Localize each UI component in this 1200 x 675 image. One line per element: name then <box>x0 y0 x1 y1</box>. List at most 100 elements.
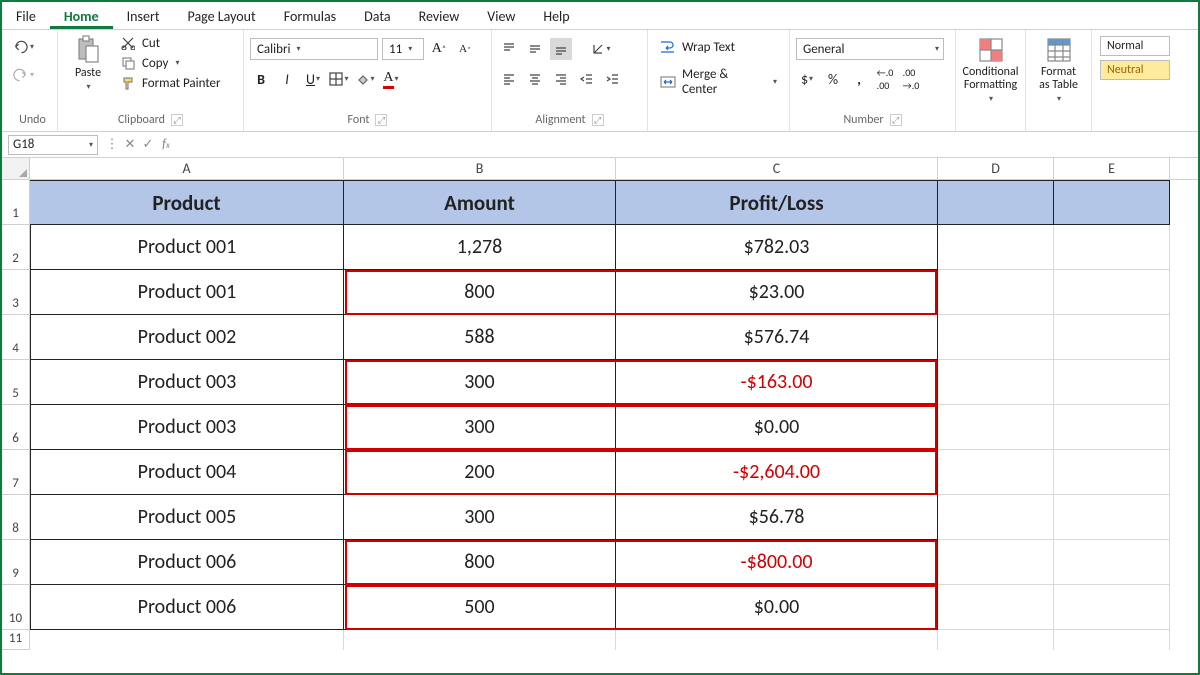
wrap-text-button[interactable]: Wrap Text <box>656 38 739 56</box>
cell[interactable]: -$2,604.00 <box>616 450 938 495</box>
alignment-launcher[interactable]: ⤢ <box>592 114 604 126</box>
menu-help[interactable]: Help <box>529 4 583 29</box>
cell[interactable]: -$800.00 <box>616 540 938 585</box>
align-center-button[interactable] <box>524 68 546 90</box>
font-color-button[interactable]: A▾ <box>380 68 402 90</box>
col-header-E[interactable]: E <box>1054 158 1170 179</box>
menu-data[interactable]: Data <box>350 4 404 29</box>
cell[interactable] <box>938 360 1054 405</box>
cell[interactable] <box>1054 585 1170 630</box>
cell[interactable] <box>1054 360 1170 405</box>
increase-indent-button[interactable] <box>602 68 624 90</box>
cell[interactable]: 588 <box>344 315 616 360</box>
menu-view[interactable]: View <box>473 4 529 29</box>
menu-insert[interactable]: Insert <box>113 4 174 29</box>
row-header[interactable]: 3 <box>2 270 30 315</box>
cell[interactable]: Product 003 <box>30 360 344 405</box>
row-header[interactable]: 7 <box>2 450 30 495</box>
bold-button[interactable]: B <box>250 68 272 90</box>
formula-input[interactable] <box>180 135 1198 155</box>
cell[interactable] <box>938 540 1054 585</box>
fx-menu-icon[interactable]: ⋮ <box>104 137 120 152</box>
cell[interactable] <box>938 315 1054 360</box>
cell[interactable] <box>938 495 1054 540</box>
cell[interactable] <box>1054 225 1170 270</box>
cell[interactable] <box>938 405 1054 450</box>
cell[interactable]: Product 006 <box>30 540 344 585</box>
sheet-grid[interactable]: 1 Product Amount Profit/Loss 2Product 00… <box>2 180 1198 650</box>
cell[interactable]: Product 002 <box>30 315 344 360</box>
cell[interactable]: 300 <box>344 405 616 450</box>
copy-button[interactable]: Copy▾ <box>116 54 225 72</box>
underline-button[interactable]: U▾ <box>302 68 324 90</box>
confirm-formula-button[interactable]: ✓ <box>140 137 156 152</box>
grow-font-button[interactable]: A˄ <box>428 38 450 60</box>
name-box[interactable]: G18▾ <box>8 135 98 155</box>
row-header[interactable]: 2 <box>2 225 30 270</box>
cell[interactable] <box>938 270 1054 315</box>
redo-button[interactable]: ▾ <box>12 64 34 86</box>
align-bottom-button[interactable] <box>550 38 572 60</box>
col-header-D[interactable]: D <box>938 158 1054 179</box>
cell[interactable]: Product 004 <box>30 450 344 495</box>
shrink-font-button[interactable]: A˅ <box>454 38 476 60</box>
cell[interactable]: Product 005 <box>30 495 344 540</box>
row-header[interactable]: 9 <box>2 540 30 585</box>
cell[interactable]: 200 <box>344 450 616 495</box>
accounting-format-button[interactable]: $▾ <box>796 68 818 90</box>
cell[interactable] <box>1054 495 1170 540</box>
cell[interactable] <box>1054 450 1170 495</box>
select-all-corner[interactable] <box>2 158 30 179</box>
cell[interactable] <box>938 585 1054 630</box>
fx-icon[interactable]: fx <box>158 137 174 152</box>
cell[interactable]: Product 001 <box>30 270 344 315</box>
cell[interactable] <box>1054 270 1170 315</box>
cell[interactable]: $576.74 <box>616 315 938 360</box>
row-header[interactable]: 1 <box>2 180 30 225</box>
cell[interactable] <box>938 180 1054 225</box>
align-middle-button[interactable] <box>524 38 546 60</box>
clipboard-launcher[interactable]: ⤢ <box>171 114 183 126</box>
conditional-formatting-button[interactable]: Conditional Formatting▾ <box>962 34 1019 106</box>
col-header-B[interactable]: B <box>344 158 616 179</box>
cell[interactable]: Product 003 <box>30 405 344 450</box>
cell[interactable]: 300 <box>344 495 616 540</box>
format-painter-button[interactable]: Format Painter <box>116 74 225 92</box>
cell[interactable] <box>938 450 1054 495</box>
cell[interactable]: $56.78 <box>616 495 938 540</box>
cell[interactable] <box>1054 180 1170 225</box>
cell[interactable]: 800 <box>344 540 616 585</box>
cell[interactable]: Amount <box>344 180 616 225</box>
cell[interactable]: 800 <box>344 270 616 315</box>
menu-home[interactable]: Home <box>50 4 113 29</box>
format-as-table-button[interactable]: Format as Table▾ <box>1032 34 1085 106</box>
cell[interactable] <box>1054 315 1170 360</box>
orientation-button[interactable]: ▾ <box>590 38 612 60</box>
row-header[interactable]: 8 <box>2 495 30 540</box>
decrease-decimal-button[interactable]: .00→.0 <box>900 68 922 90</box>
cancel-formula-button[interactable]: ✕ <box>122 137 138 152</box>
font-size-select[interactable]: 11▾ <box>382 38 424 60</box>
cell[interactable]: $0.00 <box>616 405 938 450</box>
cell[interactable] <box>1054 405 1170 450</box>
cell[interactable]: Product 006 <box>30 585 344 630</box>
menu-review[interactable]: Review <box>405 4 474 29</box>
cut-button[interactable]: Cut <box>116 34 225 52</box>
cell[interactable] <box>1054 540 1170 585</box>
align-left-button[interactable] <box>498 68 520 90</box>
merge-center-button[interactable]: Merge & Center▾ <box>656 66 781 98</box>
style-normal[interactable]: Normal <box>1100 36 1170 56</box>
col-header-A[interactable]: A <box>30 158 344 179</box>
font-name-select[interactable]: Calibri▾ <box>250 38 378 60</box>
fill-color-button[interactable]: ▾ <box>354 68 376 90</box>
cell[interactable]: Profit/Loss <box>616 180 938 225</box>
undo-button[interactable]: ▾ <box>12 36 34 58</box>
percent-format-button[interactable]: % <box>822 68 844 90</box>
comma-format-button[interactable]: , <box>848 68 870 90</box>
menu-formulas[interactable]: Formulas <box>270 4 350 29</box>
cell[interactable]: $0.00 <box>616 585 938 630</box>
cell[interactable]: -$163.00 <box>616 360 938 405</box>
menu-page-layout[interactable]: Page Layout <box>174 4 270 29</box>
italic-button[interactable]: I <box>276 68 298 90</box>
paste-button[interactable]: Paste ▾ <box>64 34 112 94</box>
